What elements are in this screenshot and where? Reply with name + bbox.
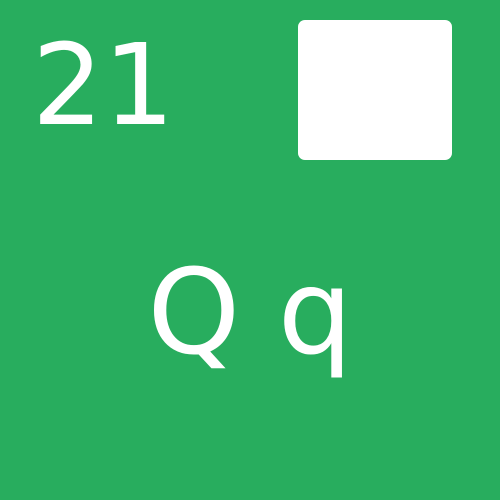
letter-card: 21 Q q [0, 0, 500, 500]
letter-pair: Q q [147, 243, 353, 381]
card-number: 21 [32, 21, 175, 151]
white-square [298, 20, 452, 160]
